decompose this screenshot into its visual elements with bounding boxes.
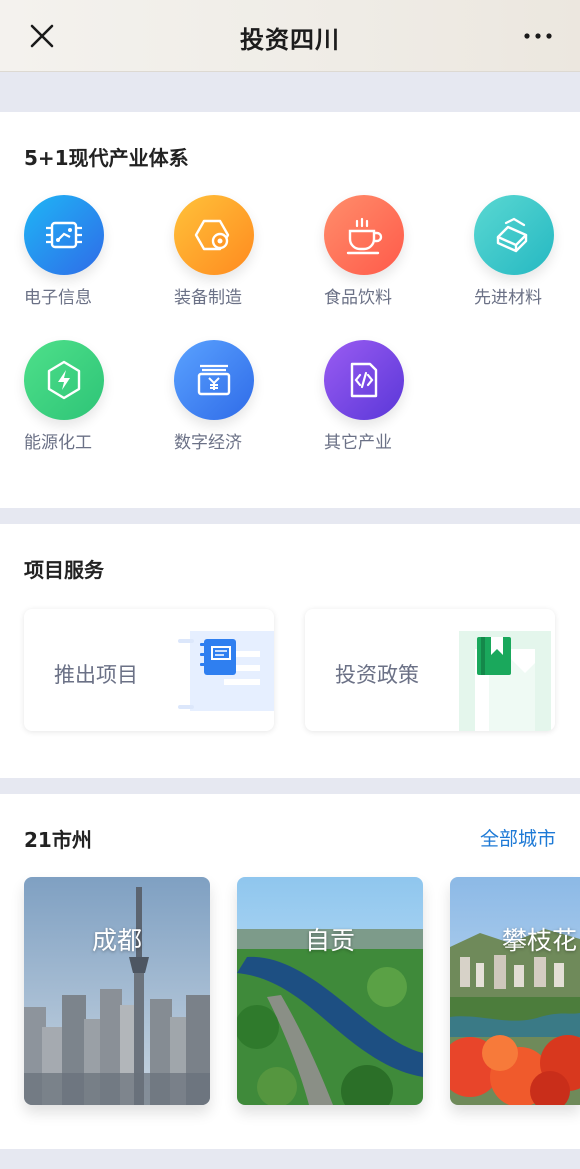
industry-item-food[interactable]: 食品饮料 xyxy=(324,195,434,308)
city-name: 自贡 xyxy=(304,926,355,955)
city-name: 成都 xyxy=(91,926,142,955)
code-document-icon xyxy=(324,340,404,420)
more-dots-icon[interactable] xyxy=(522,24,554,48)
yuan-wallet-icon xyxy=(174,340,254,420)
services-section-title: 项目服务 xyxy=(24,558,104,582)
investment-policy-card[interactable]: 投资政策 xyxy=(305,609,555,731)
city-card-zigong[interactable]: 自贡 xyxy=(237,877,423,1105)
industry-item-label: 食品饮料 xyxy=(324,288,392,308)
launch-project-label: 推出项目 xyxy=(54,663,138,687)
industry-item-label: 先进材料 xyxy=(474,288,542,308)
industry-item-digital[interactable]: 数字经济 xyxy=(174,340,284,453)
industry-item-other[interactable]: 其它产业 xyxy=(324,340,434,453)
notebook-icon xyxy=(178,631,274,711)
chip-icon xyxy=(24,195,104,275)
gear-hexagon-icon xyxy=(174,195,254,275)
ingot-icon xyxy=(474,195,554,275)
city-card-panzhihua[interactable]: 攀枝花 xyxy=(450,877,580,1105)
industry-item-equipment[interactable]: 装备制造 xyxy=(174,195,284,308)
industry-item-label: 装备制造 xyxy=(174,288,242,308)
industry-section-title: 5+1现代产业体系 xyxy=(24,146,189,170)
cities-section-title: 21市州 xyxy=(24,828,92,852)
industry-item-materials[interactable]: 先进材料 xyxy=(474,195,580,308)
coffee-cup-icon xyxy=(324,195,404,275)
city-photo xyxy=(450,877,580,1105)
industry-item-label: 能源化工 xyxy=(24,433,92,453)
industry-item-energy[interactable]: 能源化工 xyxy=(24,340,134,453)
industry-item-electronics[interactable]: 电子信息 xyxy=(24,195,134,308)
launch-project-card[interactable]: 推出项目 xyxy=(24,609,274,731)
page-title: 投资四川 xyxy=(240,26,340,54)
industry-section: 5+1现代产业体系 电子信息 装备制造 食品饮料 先进材料 能源化工 数字经济 … xyxy=(0,112,580,508)
cities-section: 21市州 全部城市 成都 自贡 攀枝花 xyxy=(0,794,580,1149)
energy-bolt-icon xyxy=(24,340,104,420)
bookmark-book-icon xyxy=(459,631,551,731)
industry-item-label: 数字经济 xyxy=(174,433,242,453)
all-cities-link[interactable]: 全部城市 xyxy=(480,824,556,851)
city-photo xyxy=(24,877,210,1105)
investment-policy-label: 投资政策 xyxy=(335,663,419,687)
services-section: 项目服务 推出项目 投资政策 xyxy=(0,524,580,778)
industry-item-label: 电子信息 xyxy=(24,288,92,308)
industry-item-label: 其它产业 xyxy=(324,433,392,453)
top-nav-bar: 投资四川 xyxy=(0,0,580,72)
city-card-chengdu[interactable]: 成都 xyxy=(24,877,210,1105)
city-name: 攀枝花 xyxy=(502,926,578,955)
city-photo xyxy=(237,877,423,1105)
